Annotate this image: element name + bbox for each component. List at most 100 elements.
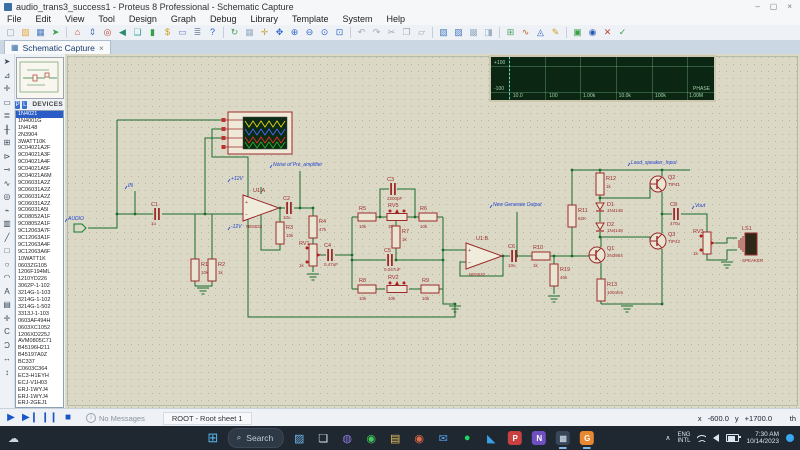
toolbar-icon-42[interactable]: ◉ [586, 26, 599, 39]
toolbar-icon-27[interactable]: ✂ [385, 26, 398, 39]
component-D1[interactable]: D11N4148 [595, 202, 623, 213]
toolbar-icon-18[interactable]: ✛ [258, 26, 271, 39]
menu-tool[interactable]: Tool [91, 13, 122, 25]
device-item[interactable]: 1206XD225J [16, 332, 63, 339]
pause-button[interactable]: ❙❙ [41, 411, 58, 425]
menu-graph[interactable]: Graph [164, 13, 203, 25]
toolbar-icon-1[interactable]: ▧ [19, 26, 32, 39]
device-item[interactable]: B45196H211 [16, 345, 63, 352]
toolbar-icon-9[interactable]: ❏ [131, 26, 144, 39]
wire[interactable] [726, 249, 737, 260]
close-button[interactable]: × [787, 2, 792, 11]
menu-file[interactable]: File [0, 13, 29, 25]
task-view-icon[interactable]: ❏ [314, 429, 332, 447]
component-R7[interactable]: R71k [391, 225, 409, 249]
mode-tool-17[interactable]: A [1, 286, 13, 298]
toolbar-icon-5[interactable]: ⌂ [71, 26, 84, 39]
menu-system[interactable]: System [336, 13, 380, 25]
mode-tool-19[interactable]: ✛ [1, 313, 13, 325]
play-button[interactable]: ▶ [3, 411, 19, 425]
toolbar-icon-11[interactable]: $ [161, 26, 174, 39]
device-item[interactable]: 3062P-1-102 [16, 283, 63, 290]
mode-tool-0[interactable]: ➤ [1, 56, 13, 68]
device-item[interactable]: 3313J-1-103 [16, 311, 63, 318]
mode-tool-9[interactable]: ∿ [1, 178, 13, 190]
device-item[interactable]: 3214G-1-502 [16, 304, 63, 311]
mode-tool-21[interactable]: Ɔ [1, 340, 13, 352]
component-D2[interactable]: D21N4148 [595, 222, 623, 233]
device-item[interactable]: 9C08052A1F [16, 214, 63, 221]
ground-symbol[interactable] [721, 261, 733, 269]
device-item[interactable]: 9C06031A5I [16, 207, 63, 214]
device-item[interactable]: C0603C364 [16, 366, 63, 373]
component-Q2[interactable]: Q2TIP41 [649, 175, 681, 193]
notification-icon[interactable] [786, 434, 794, 442]
toolbar-icon-33[interactable]: ▩ [467, 26, 480, 39]
component-R12[interactable]: R121k [595, 172, 616, 196]
whatsapp-icon[interactable]: ◉ [362, 429, 380, 447]
mode-tool-6[interactable]: ⊞ [1, 137, 13, 149]
toolbar-icon-13[interactable]: ≣ [191, 26, 204, 39]
device-item[interactable]: 0603XC1052 [16, 325, 63, 332]
component-RV3[interactable]: RV3 1k [693, 229, 715, 256]
toolbar-icon-8[interactable]: ◀ [116, 26, 129, 39]
library-button[interactable]: L [22, 100, 28, 109]
mode-tool-7[interactable]: ⊳ [1, 151, 13, 163]
net-label[interactable]: +12V [227, 176, 243, 183]
net-label[interactable]: Vout [691, 203, 706, 210]
device-item[interactable]: 9C04021A5F [16, 166, 63, 173]
wifi-icon[interactable] [697, 434, 707, 442]
device-item[interactable]: 3WATT10K [16, 139, 63, 146]
net-label[interactable]: New Generate Output [489, 202, 542, 209]
net-label[interactable]: IN [124, 183, 133, 190]
wire[interactable] [204, 137, 222, 214]
weather-icon[interactable]: ☁ [8, 432, 19, 445]
toolbar-icon-16[interactable]: ↻ [228, 26, 241, 39]
onenote-icon[interactable]: N [530, 429, 548, 447]
battery-icon[interactable] [726, 434, 742, 442]
tray-caret-icon[interactable]: ∧ [665, 434, 670, 442]
wire[interactable] [442, 289, 455, 305]
component-R4[interactable]: R447k [308, 215, 327, 239]
toolbar-icon-22[interactable]: ⊙ [318, 26, 331, 39]
toolbar-icon-0[interactable]: ▢ [4, 26, 17, 39]
toolbar-icon-39[interactable]: ✎ [549, 26, 562, 39]
toolbar-icon-3[interactable]: ➤ [49, 26, 62, 39]
tab-close-icon[interactable]: × [99, 43, 104, 53]
net-label[interactable]: AUDIO [65, 216, 84, 223]
device-item[interactable]: 0603ZG105 [16, 263, 63, 270]
volume-icon[interactable] [713, 434, 720, 442]
component-R13[interactable]: R13 100ohm [596, 278, 624, 302]
mode-tool-1[interactable]: ⊿ [1, 70, 13, 82]
ground-symbol[interactable] [307, 273, 319, 281]
component-Q1[interactable]: Q12N3904 [588, 246, 623, 264]
toolbar-icon-25[interactable]: ↶ [355, 26, 368, 39]
device-item[interactable]: EC3-H1EYH [16, 373, 63, 380]
device-item[interactable]: BC337 [16, 359, 63, 366]
toolbar-icon-26[interactable]: ↷ [370, 26, 383, 39]
spotify-icon[interactable]: ● [458, 429, 476, 447]
stop-button[interactable]: ■ [60, 411, 76, 425]
toolbar-icon-36[interactable]: ⊞ [504, 26, 517, 39]
device-item[interactable]: 3214G-1-103 [16, 290, 63, 297]
toolbar-icon-38[interactable]: ◬ [534, 26, 547, 39]
mode-tool-5[interactable]: ╫ [1, 124, 13, 136]
component-LS1[interactable]: LS1 SPEAKER [738, 226, 764, 263]
menu-debug[interactable]: Debug [203, 13, 244, 25]
device-item[interactable]: 9C04021A3F [16, 152, 63, 159]
sheet-selector[interactable]: ROOT - Root sheet 1 [162, 411, 252, 425]
mode-tool-8[interactable]: ⊸ [1, 164, 13, 176]
device-item[interactable]: 9C12063A4F [16, 242, 63, 249]
device-item[interactable]: 2N3904 [16, 132, 63, 139]
device-item[interactable]: 1N4001G [16, 118, 63, 125]
device-item[interactable]: 9C12063A1F [16, 235, 63, 242]
toolbar-icon-19[interactable]: ✥ [273, 26, 286, 39]
toolbar-icon-10[interactable]: ▮ [146, 26, 159, 39]
component-R1[interactable]: R110k [190, 258, 209, 282]
mode-tool-11[interactable]: ⌁ [1, 205, 13, 217]
wire[interactable] [88, 214, 118, 229]
proteus-icon[interactable]: ▩ [554, 429, 572, 449]
mode-tool-12[interactable]: ▥ [1, 218, 13, 230]
toolbar-icon-43[interactable]: ✕ [601, 26, 614, 39]
toolbar-icon-29[interactable]: ▱ [415, 26, 428, 39]
